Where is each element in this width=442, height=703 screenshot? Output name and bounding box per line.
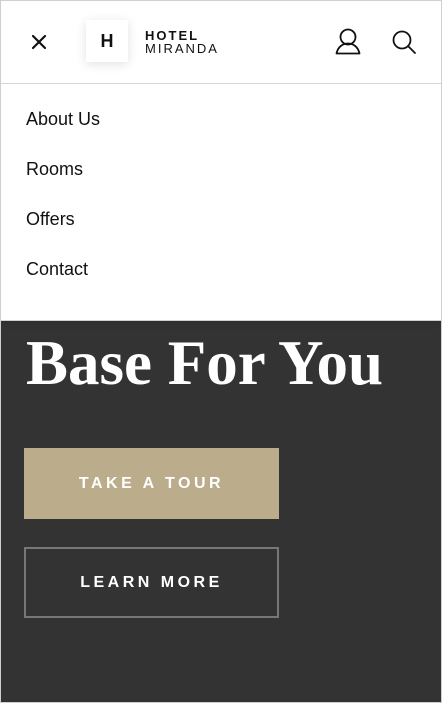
user-icon bbox=[335, 28, 361, 55]
search-icon bbox=[392, 30, 416, 54]
hero-title: Base For You bbox=[26, 328, 384, 398]
logo-mark[interactable]: H bbox=[86, 20, 128, 62]
learn-more-button[interactable]: LEARN MORE bbox=[24, 547, 279, 618]
site-header: H HOTEL MIRANDA bbox=[0, 0, 442, 84]
menu-item-contact[interactable]: Contact bbox=[26, 244, 442, 294]
dropdown-menu: About Us Rooms Offers Contact bbox=[0, 84, 442, 321]
logo-wordmark[interactable]: HOTEL MIRANDA bbox=[145, 29, 219, 55]
menu-item-offers[interactable]: Offers bbox=[26, 194, 442, 244]
search-button[interactable] bbox=[390, 28, 418, 56]
menu-item-about-us[interactable]: About Us bbox=[26, 94, 442, 144]
logo-line-miranda: MIRANDA bbox=[145, 41, 219, 56]
take-a-tour-button[interactable]: TAKE A TOUR bbox=[24, 448, 279, 519]
logo-letter: H bbox=[100, 30, 114, 51]
close-icon bbox=[31, 34, 47, 50]
close-menu-button[interactable] bbox=[27, 30, 51, 54]
account-button[interactable] bbox=[333, 28, 363, 56]
hero-section: Base For You TAKE A TOUR LEARN MORE bbox=[0, 320, 442, 703]
menu-item-rooms[interactable]: Rooms bbox=[26, 144, 442, 194]
